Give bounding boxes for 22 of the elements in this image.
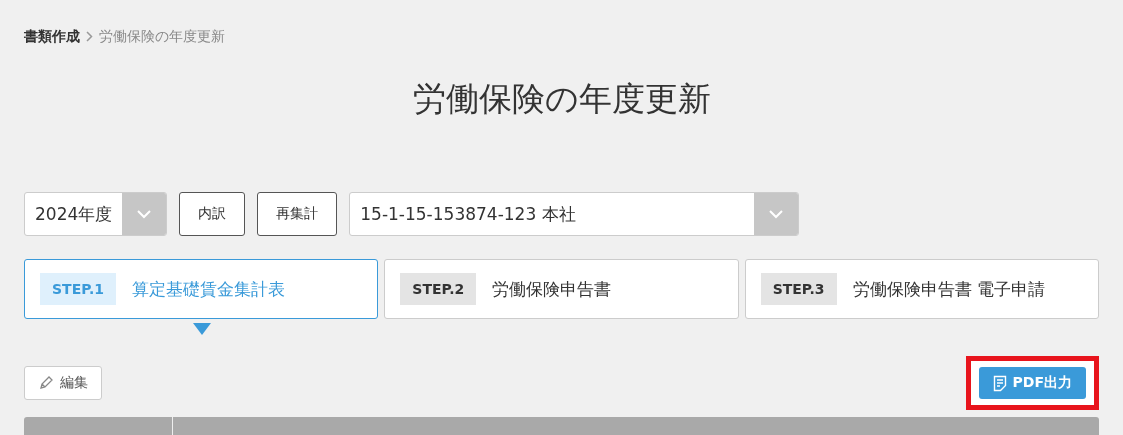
edit-button[interactable]: 編集 [24,366,102,400]
chevron-down-icon [136,209,153,219]
step-label: 労働保険申告書 [492,277,612,301]
toolbar-button[interactable]: 内訳 [179,192,246,236]
step-badge: STEP.3 [760,273,837,305]
chevron-down-icon [768,209,785,219]
pointer-icon [193,323,211,335]
pencil-icon [38,375,54,391]
step-tab[interactable]: STEP.2 労働保険申告書 [384,259,739,319]
breadcrumb-current: 労働保険の年度更新 [99,28,225,46]
step-tab[interactable]: STEP.3 労働保険申告書 電子申請 [744,259,1099,319]
office-select[interactable]: 15-1-15-153874-123 本社 [349,192,800,236]
chevron-right-icon [86,30,93,42]
step-badge: STEP.2 [400,273,477,305]
breadcrumb-link[interactable]: 書類作成 [24,28,80,46]
step-label: 算定基礎賃金集計表 [131,277,285,301]
toolbar-button[interactable]: 再集計 [257,192,338,236]
step-badge: STEP.1 [40,273,116,305]
step-label: 労働保険申告書 電子申請 [852,277,1045,301]
year-select[interactable]: 2024年度 [24,192,168,236]
document-icon [992,374,1007,392]
page-title: 労働保険の年度更新 [411,78,712,120]
